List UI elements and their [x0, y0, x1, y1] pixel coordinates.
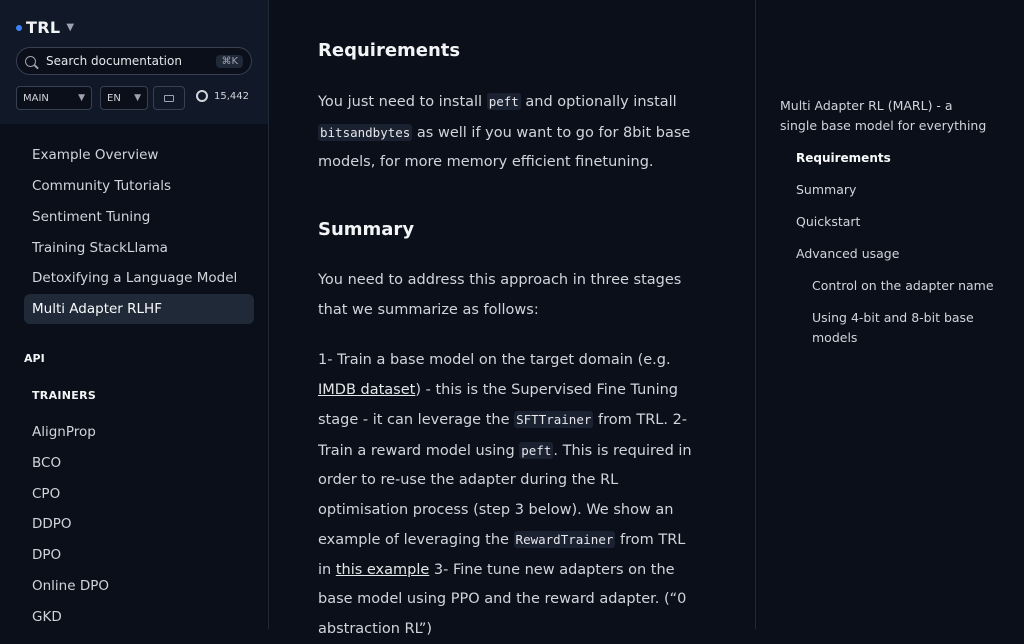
toc-item-control-adapter-name[interactable]: Control on the adapter name	[812, 276, 994, 296]
sidebar: TRL ▼ ⌘K MAIN ▼ EN ▼ 15,442 Example Over…	[0, 0, 269, 629]
sidebar-item-cpo[interactable]: CPO	[24, 479, 254, 509]
language-select[interactable]: EN ▼	[100, 86, 148, 110]
sidebar-item-label: Example Overview	[32, 147, 159, 163]
sidebar-item-label: Detoxifying a Language Model	[32, 270, 238, 286]
sidebar-item-online-dpo[interactable]: Online DPO	[24, 571, 254, 601]
chevron-down-icon: ▼	[78, 93, 85, 103]
text: You just need to install	[318, 94, 487, 110]
main-content: Requirements You just need to install pe…	[270, 0, 754, 637]
heading-requirements: Requirements	[318, 40, 461, 61]
toc-item-summary[interactable]: Summary	[796, 180, 856, 200]
sidebar-section-trainers[interactable]: TRAINERS	[32, 389, 96, 402]
inline-code: bitsandbytes	[318, 123, 413, 141]
github-icon	[196, 90, 208, 102]
inline-code: peft	[486, 93, 521, 110]
search-icon	[25, 55, 36, 67]
sidebar-item-label: Training StackLlama	[32, 240, 168, 256]
sidebar-item-bco[interactable]: BCO	[24, 448, 254, 478]
search-box[interactable]: ⌘K	[16, 47, 252, 75]
language-value: EN	[107, 92, 121, 104]
sidebar-item-sentiment-tuning[interactable]: Sentiment Tuning	[24, 202, 254, 232]
github-link[interactable]: 15,442	[196, 90, 249, 102]
inline-code: RewardTrainer	[513, 531, 616, 548]
sidebar-item-label: GKD	[32, 609, 62, 625]
logo-icon	[16, 24, 22, 31]
sidebar-item-detoxifying[interactable]: Detoxifying a Language Model	[24, 263, 254, 293]
toc-item-marl[interactable]: Multi Adapter RL (MARL) - a single base …	[780, 96, 990, 136]
toc-item-4bit-8bit[interactable]: Using 4-bit and 8-bit base models	[812, 308, 982, 348]
sidebar-item-label: Online DPO	[32, 578, 109, 594]
chevron-down-icon: ▼	[134, 93, 141, 103]
sidebar-item-label: BCO	[32, 455, 62, 471]
sidebar-item-label: CPO	[32, 486, 61, 502]
sidebar-item-gkd[interactable]: GKD	[24, 602, 254, 629]
text: 1- Train a base model on the target doma…	[318, 352, 671, 368]
summary-steps-paragraph: 1- Train a base model on the target doma…	[318, 346, 700, 644]
chevron-down-icon: ▼	[66, 22, 75, 33]
summary-intro: You need to address this approach in thr…	[318, 272, 682, 318]
version-value: MAIN	[23, 92, 49, 104]
sidebar-item-label: Multi Adapter RLHF	[32, 301, 162, 317]
sidebar-item-example-overview[interactable]: Example Overview	[24, 140, 254, 170]
sidebar-item-label: DDPO	[32, 516, 72, 532]
sidebar-item-dpo[interactable]: DPO	[24, 540, 254, 570]
heading-summary: Summary	[318, 219, 415, 240]
sidebar-header: TRL ▼ ⌘K MAIN ▼ EN ▼ 15,442	[0, 0, 268, 124]
sidebar-item-label: AlignProp	[32, 424, 96, 440]
version-select[interactable]: MAIN ▼	[16, 86, 92, 110]
sidebar-item-label: Community Tutorials	[32, 178, 172, 194]
sidebar-item-community-tutorials[interactable]: Community Tutorials	[24, 171, 254, 201]
sidebar-section-api[interactable]: API	[24, 352, 45, 365]
search-input[interactable]	[44, 53, 208, 69]
search-shortcut: ⌘K	[216, 54, 243, 68]
sidebar-item-label: Sentiment Tuning	[32, 209, 151, 225]
toc-item-quickstart[interactable]: Quickstart	[796, 212, 860, 232]
sidebar-item-ddpo[interactable]: DDPO	[24, 509, 254, 539]
github-stars: 15,442	[214, 90, 249, 102]
toc-item-advanced-usage[interactable]: Advanced usage	[796, 244, 899, 264]
inline-code: SFTTrainer	[514, 411, 594, 428]
theme-toggle-button[interactable]	[153, 86, 185, 110]
library-selector[interactable]: TRL ▼	[16, 18, 74, 37]
sidebar-item-alignprop[interactable]: AlignProp	[24, 417, 254, 447]
table-of-contents: Multi Adapter RL (MARL) - a single base …	[755, 0, 1024, 629]
library-name: TRL	[26, 18, 61, 37]
requirements-paragraph: You just need to install peft and option…	[318, 87, 700, 178]
toc-item-requirements[interactable]: Requirements	[796, 148, 891, 168]
monitor-icon	[164, 94, 174, 102]
sidebar-item-training-stackllama[interactable]: Training StackLlama	[24, 233, 254, 263]
text: and optionally install	[520, 94, 677, 110]
sidebar-item-multi-adapter-rlhf[interactable]: Multi Adapter RLHF	[24, 294, 254, 324]
this-example-link[interactable]: this example	[336, 562, 429, 578]
imdb-dataset-link[interactable]: IMDB dataset	[318, 382, 415, 398]
sidebar-item-label: DPO	[32, 547, 62, 563]
inline-code: peft	[519, 441, 554, 459]
